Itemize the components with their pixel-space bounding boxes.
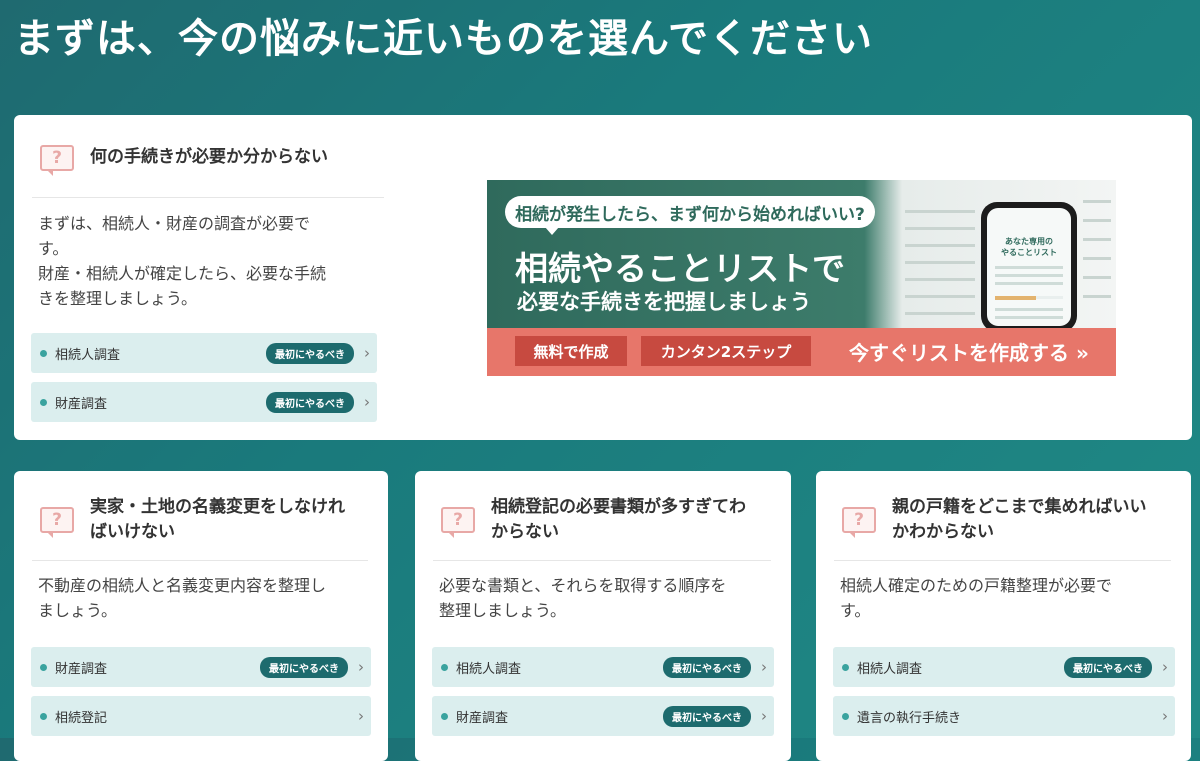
divider xyxy=(834,560,1171,561)
chevron-right-icon: › xyxy=(761,707,767,725)
progress-bar xyxy=(995,296,1036,300)
bullet-dot xyxy=(842,712,849,720)
bullet-dot xyxy=(40,663,47,671)
first-priority-badge: 最初にやるべき xyxy=(663,656,751,678)
task-label: 相続登記 xyxy=(55,710,108,726)
chevron-right-icon: › xyxy=(364,393,370,411)
concern-card-documents: ? 相続登記の必要書類が多すぎてわ からない 必要な書類と、それらを取得する順序… xyxy=(415,471,791,761)
divider xyxy=(32,560,368,561)
concern-question: 相続登記の必要書類が多すぎてわ からない xyxy=(491,497,746,542)
chevron-right-icon: › xyxy=(364,344,370,362)
question-bubble-icon: ? xyxy=(40,145,74,176)
task-asset-survey[interactable]: 財産調査 最初にやるべき › xyxy=(31,647,371,687)
task-label: 財産調査 xyxy=(55,396,108,412)
task-label: 財産調査 xyxy=(55,661,108,677)
task-asset-survey[interactable]: 財産調査 最初にやるべき › xyxy=(31,382,377,422)
bullet-dot xyxy=(40,712,47,720)
divider xyxy=(32,197,384,198)
phone-screen-title: あなた専用の やることリスト xyxy=(1001,237,1057,257)
bullet-dot xyxy=(40,349,47,357)
chevron-right-icon: › xyxy=(358,658,364,676)
task-inheritor-survey[interactable]: 相続人調査 最初にやるべき › xyxy=(31,333,377,373)
banner-subheadline: 必要な手続きを把握しましょう xyxy=(517,290,811,314)
bullet-dot xyxy=(441,663,448,671)
banner-document-graphic xyxy=(905,210,975,329)
create-list-button[interactable]: 今すぐリストを作成する » xyxy=(833,336,1105,366)
first-priority-badge: 最初にやるべき xyxy=(266,342,354,364)
concern-description: 相続人確定のための戸籍整理が必要で す。 xyxy=(840,576,1113,620)
first-priority-badge: 最初にやるべき xyxy=(663,705,751,727)
task-asset-survey[interactable]: 財産調査 最初にやるべき › xyxy=(432,696,774,736)
task-label: 相続人調査 xyxy=(55,347,121,363)
banner-headline: 相続やることリストで xyxy=(515,249,845,288)
concern-card-name-change: ? 実家・土地の名義変更をしなけれ ばいけない 不動産の相続人と名義変更内容を整… xyxy=(14,471,388,761)
question-bubble-icon: ? xyxy=(40,507,74,538)
question-bubble-icon: ? xyxy=(842,507,876,538)
banner-question: 相続が発生したら、まず何から始めればいい? xyxy=(505,196,875,235)
question-bubble-icon: ? xyxy=(441,507,475,538)
task-will-execution[interactable]: 遺言の執行手続き › xyxy=(833,696,1175,736)
chevron-right-icon: › xyxy=(761,658,767,676)
chevron-right-icon: › xyxy=(1162,707,1168,725)
free-badge: 無料で作成 xyxy=(515,336,627,366)
todo-list-banner[interactable]: あなた専用の やることリスト 相続が発生したら、まず何から始めればいい? 相続や… xyxy=(487,180,1116,376)
bullet-dot xyxy=(842,663,849,671)
first-priority-badge: 最初にやるべき xyxy=(266,391,354,413)
concern-description: まずは、相続人・財産の調査が必要で す。 財産・相続人が確定したら、必要な手続 … xyxy=(38,214,327,308)
banner-document-graphic xyxy=(1083,200,1111,314)
task-label: 相続人調査 xyxy=(857,661,923,677)
concern-question: 何の手続きが必要か分からない xyxy=(90,147,328,167)
first-priority-badge: 最初にやるべき xyxy=(260,656,348,678)
task-inheritor-survey[interactable]: 相続人調査 最初にやるべき › xyxy=(432,647,774,687)
divider xyxy=(433,560,771,561)
concern-description: 必要な書類と、それらを取得する順序を 整理しましょう。 xyxy=(439,576,727,620)
page-title: まずは、今の悩みに近いものを選んでください xyxy=(14,16,873,62)
task-inheritor-survey[interactable]: 相続人調査 最初にやるべき › xyxy=(833,647,1175,687)
smartphone-illustration: あなた専用の やることリスト xyxy=(981,202,1077,332)
two-step-badge: カンタン2ステップ xyxy=(641,336,811,366)
task-label: 遺言の執行手続き xyxy=(857,710,962,726)
concern-question: 実家・土地の名義変更をしなけれ ばいけない xyxy=(90,497,345,542)
concern-card-family-register: ? 親の戸籍をどこまで集めればいい かわからない 相続人確定のための戸籍整理が必… xyxy=(816,471,1191,761)
concern-question: 親の戸籍をどこまで集めればいい かわからない xyxy=(892,497,1147,542)
first-priority-badge: 最初にやるべき xyxy=(1064,656,1152,678)
chevron-right-icon: › xyxy=(358,707,364,725)
concern-description: 不動産の相続人と名義変更内容を整理し ましょう。 xyxy=(38,576,327,620)
task-label: 相続人調査 xyxy=(456,661,522,677)
task-label: 財産調査 xyxy=(456,710,509,726)
task-inheritance-registration[interactable]: 相続登記 › xyxy=(31,696,371,736)
chevron-right-icon: › xyxy=(1162,658,1168,676)
bullet-dot xyxy=(441,712,448,720)
bullet-dot xyxy=(40,398,47,406)
